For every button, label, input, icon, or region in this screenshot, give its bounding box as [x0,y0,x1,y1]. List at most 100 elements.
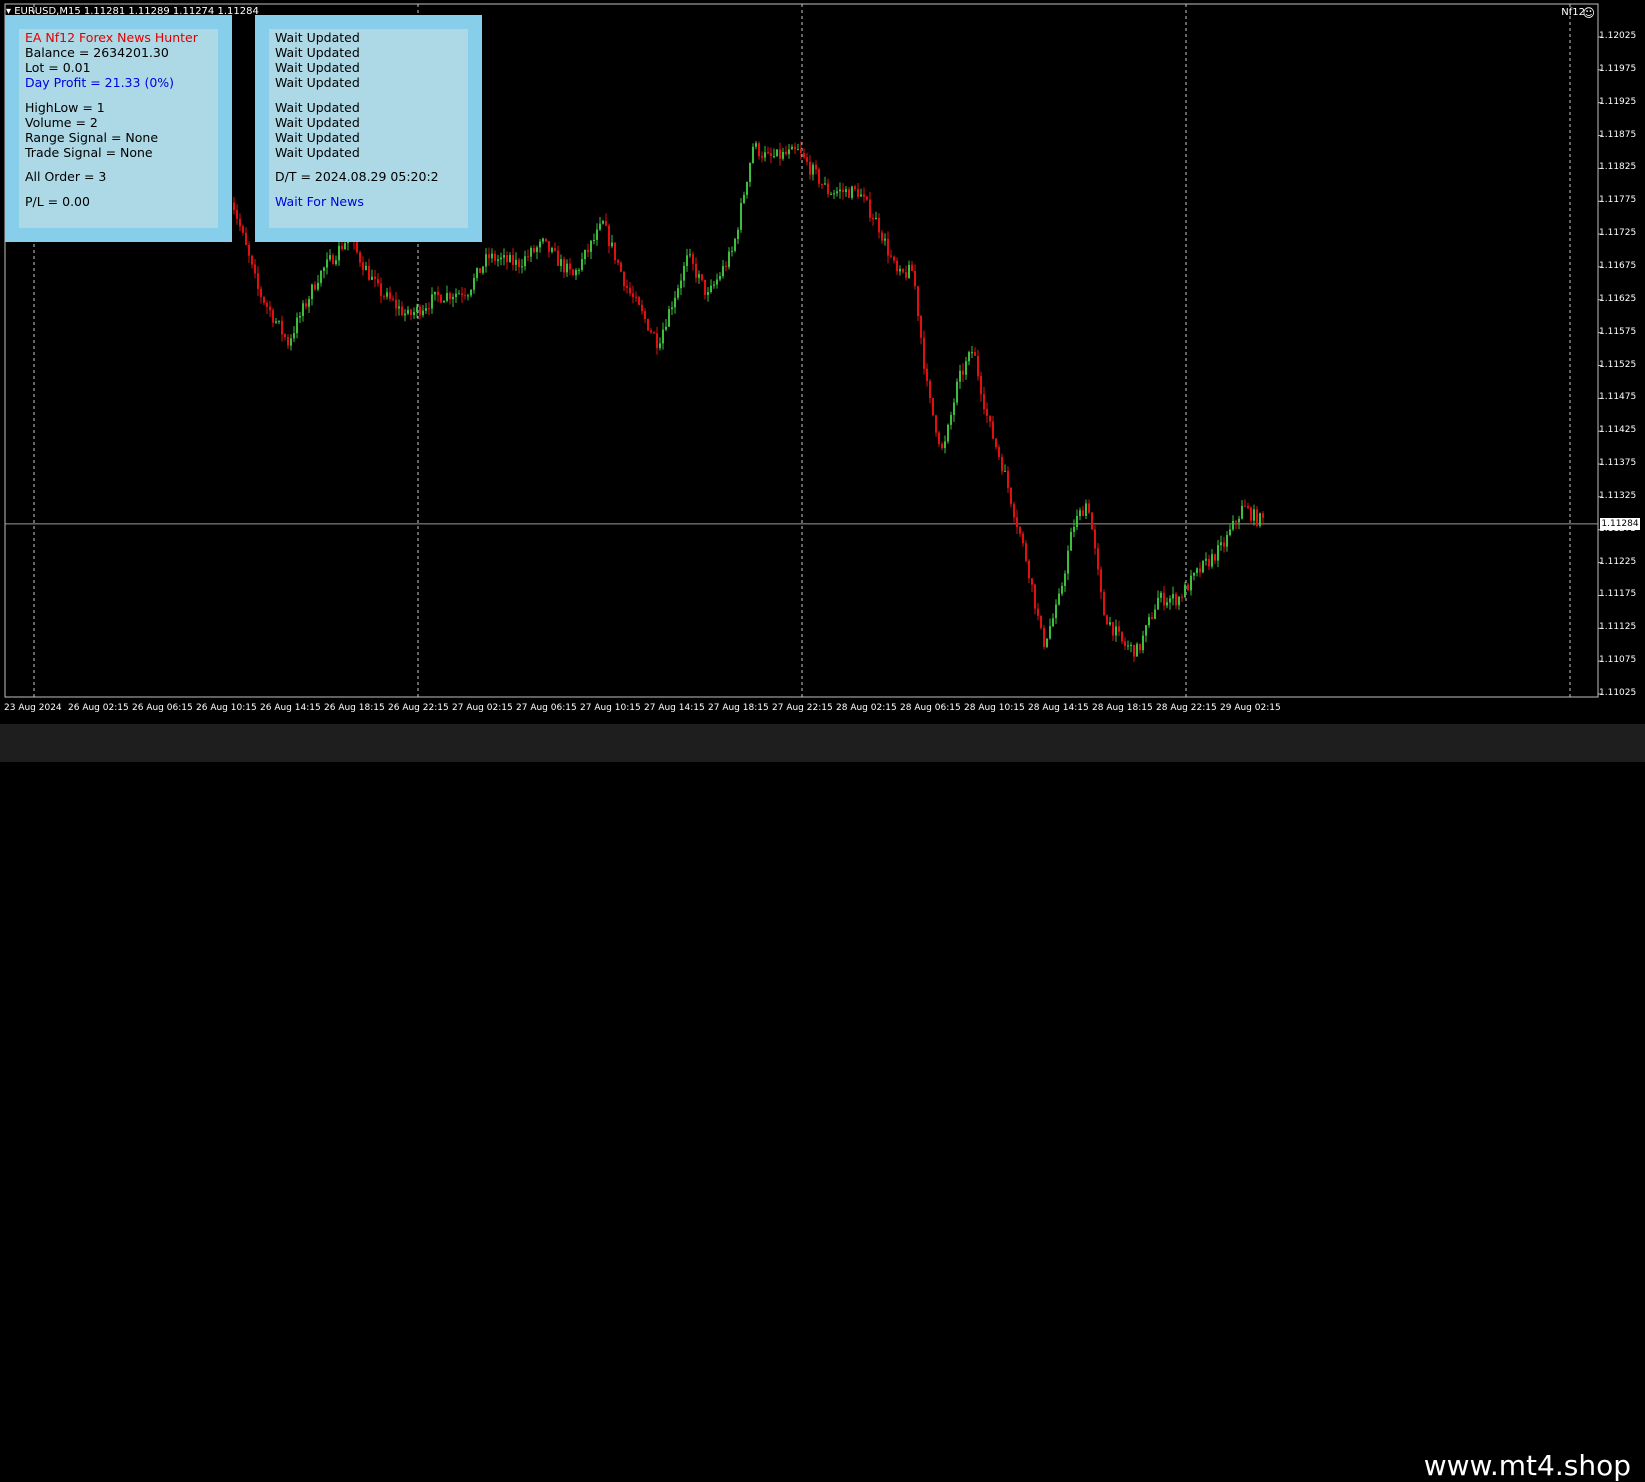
bull-candle [443,300,445,303]
bull-candle [860,194,862,197]
bull-candle [956,381,958,403]
bull-candle [422,310,424,316]
bear-candle [251,255,253,265]
bull-candle [1049,626,1051,639]
price-tick-label: 1.11775 [1599,195,1637,206]
bear-candle [692,254,694,264]
bear-candle [638,297,640,305]
bear-candle [644,311,646,320]
bull-candle [551,248,553,253]
bear-candle [767,152,769,154]
bull-candle [530,248,532,257]
price-tick-label: 1.11625 [1599,293,1637,304]
bull-candle [1070,531,1072,551]
bull-candle [764,152,766,158]
bear-candle [1043,627,1045,647]
bull-candle [788,149,790,155]
bull-candle [524,256,526,267]
bear-candle [977,355,979,377]
bull-candle [599,223,601,230]
bear-candle [506,255,508,263]
time-tick-label: 26 Aug 02:15 [68,703,129,713]
bull-candle [521,266,523,268]
bear-candle [881,232,883,241]
bull-candle [743,194,745,204]
all-order-text: All Order = 3 [25,169,107,184]
bull-candle [452,296,454,300]
bull-candle [1004,470,1006,472]
bear-candle [626,286,628,288]
bull-candle [686,255,688,266]
bear-candle [494,253,496,261]
bear-candle [878,217,880,233]
bull-candle [485,254,487,267]
bull-candle [1142,635,1144,651]
bull-candle [566,263,568,273]
bear-candle [1001,456,1003,472]
bull-candle [455,293,457,297]
bear-candle [815,164,817,170]
highlow-text: HighLow = 1 [25,100,105,115]
bull-candle [845,189,847,192]
bear-candle [857,188,859,197]
bull-candle [950,414,952,425]
bull-candle [1184,584,1186,598]
bull-candle [446,293,448,301]
bear-candle [701,274,703,280]
bull-candle [491,253,493,259]
time-tick-label: 26 Aug 14:15 [260,703,321,713]
bear-candle [869,199,871,218]
price-tick-label: 1.11175 [1599,589,1637,600]
bull-candle [326,259,328,268]
bear-candle [779,149,781,159]
bull-candle [296,317,298,334]
bull-candle [497,259,499,261]
bull-candle [1217,545,1219,561]
bear-candle [1094,529,1096,549]
bear-candle [632,293,634,298]
bear-candle [803,152,805,158]
bear-candle [479,268,481,273]
smiley-icon: ☺ [1582,6,1595,20]
bull-candle [1145,625,1147,636]
bear-candle [1037,608,1039,616]
bull-candle [1193,572,1195,576]
bear-candle [389,292,391,299]
bull-candle [581,259,583,270]
trade-signal-text: Trade Signal = None [25,145,153,160]
bull-candle [755,143,757,147]
bear-candle [1199,568,1201,573]
bear-candle [239,218,241,227]
bull-candle [290,338,292,346]
bull-candle [293,333,295,339]
bull-candle [680,280,682,289]
time-tick-label: 28 Aug 10:15 [964,703,1025,713]
price-tick-label: 1.11825 [1599,162,1637,173]
bear-candle [1247,506,1249,508]
bear-candle [1187,584,1189,591]
time-tick-label: 26 Aug 18:15 [324,703,385,713]
status-line: Wait Updated [275,130,360,145]
bear-candle [785,152,787,155]
bull-candle [1130,644,1132,646]
bull-candle [959,370,961,382]
bear-candle [608,225,610,247]
bear-candle [1025,543,1027,561]
bull-candle [734,238,736,251]
bull-candle [398,306,400,309]
bear-candle [995,438,997,448]
bear-candle [1112,622,1114,636]
chart-area[interactable]: ▾ EURUSD,M15 1.11281 1.11289 1.11274 1.1… [0,0,1645,724]
bull-candle [329,255,331,260]
bull-candle [1202,560,1204,573]
bull-candle [773,156,775,158]
bear-candle [1007,470,1009,488]
bull-candle [947,424,949,442]
candlestick-chart[interactable] [0,0,1645,724]
bear-candle [863,194,865,197]
bull-candle [593,240,595,242]
bull-candle [677,288,679,298]
bear-candle [461,293,463,296]
bull-candle [611,242,613,247]
bear-candle [449,293,451,300]
